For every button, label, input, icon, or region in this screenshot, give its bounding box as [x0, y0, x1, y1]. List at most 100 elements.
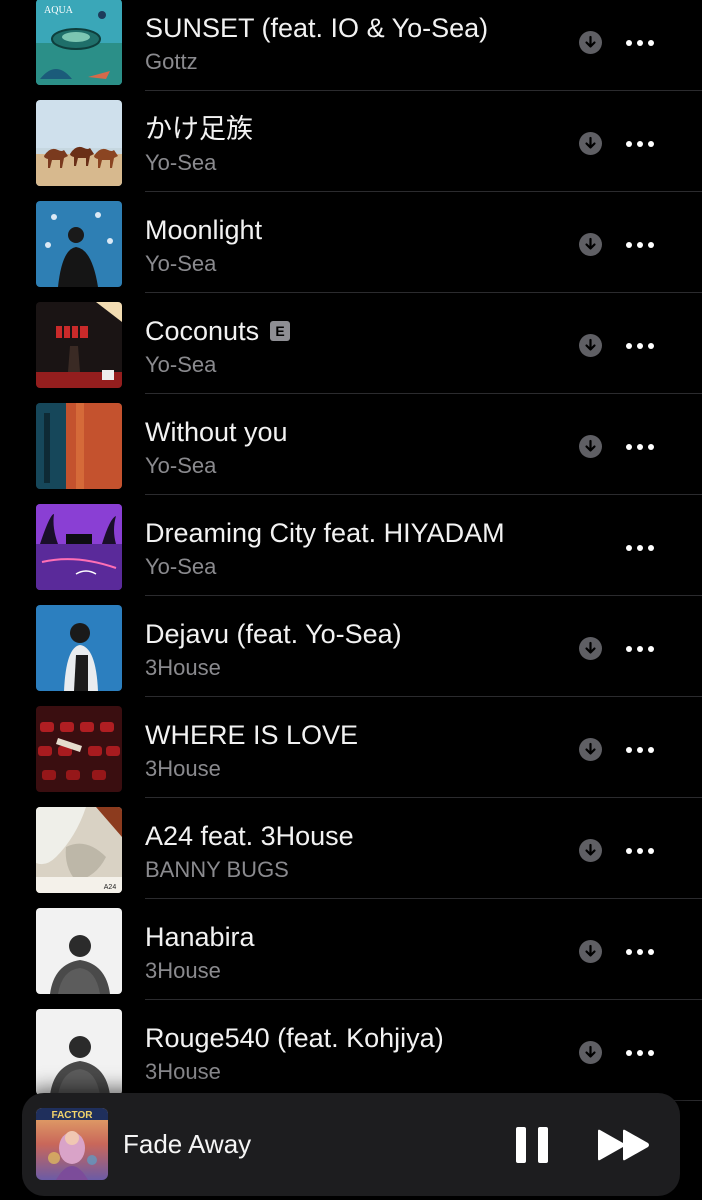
ellipsis-icon	[626, 343, 654, 349]
download-button[interactable]	[579, 233, 602, 256]
track-row[interactable]: Rouge540 (feat. Kohjiya) 3House	[0, 1000, 702, 1101]
mini-player-artwork-image: FACTOR	[36, 1108, 108, 1180]
more-options-button[interactable]	[625, 642, 655, 654]
track-title-line: Rouge540 (feat. Kohjiya)	[145, 1022, 444, 1054]
track-title: A24 feat. 3House	[145, 821, 354, 851]
track-row[interactable]: WHERE IS LOVE 3House	[0, 697, 702, 798]
ellipsis-icon	[626, 444, 654, 450]
download-button[interactable]	[579, 1041, 602, 1064]
forward-button[interactable]	[596, 1129, 652, 1161]
track-list: AQUA SUNSET (feat. IO & Yo-Sea) Gottz かけ足族 Y…	[0, 0, 702, 1101]
track-row[interactable]: Dreaming City feat. HIYADAM Yo-Sea	[0, 495, 702, 596]
track-row[interactable]: AQUA SUNSET (feat. IO & Yo-Sea) Gottz	[0, 0, 702, 91]
artwork-image	[36, 201, 122, 287]
more-options-button[interactable]	[625, 541, 655, 553]
more-options-button[interactable]	[625, 339, 655, 351]
more-options-button[interactable]	[625, 137, 655, 149]
track-title: Coconuts	[145, 316, 260, 346]
more-options-button[interactable]	[625, 743, 655, 755]
download-button[interactable]	[579, 738, 602, 761]
ellipsis-icon	[626, 141, 654, 147]
track-artist: Yo-Sea	[145, 251, 217, 276]
track-artwork[interactable]	[36, 605, 122, 691]
download-button[interactable]	[579, 31, 602, 54]
artwork-image	[36, 908, 122, 994]
track-title: Without you	[145, 417, 288, 447]
download-button[interactable]	[579, 839, 602, 862]
track-artwork[interactable]: AQUA	[36, 0, 122, 85]
forward-icon	[598, 1129, 649, 1161]
track-artwork[interactable]	[36, 504, 122, 590]
ellipsis-icon	[626, 545, 654, 551]
artwork-image	[36, 605, 122, 691]
track-artist: 3House	[145, 756, 221, 781]
track-artwork[interactable]	[36, 706, 122, 792]
mini-player[interactable]: FACTOR Fade Away	[22, 1093, 680, 1196]
track-artwork[interactable]	[36, 201, 122, 287]
track-artist: 3House	[145, 1059, 221, 1084]
track-title-line: Moonlight	[145, 214, 262, 246]
track-artwork[interactable]	[36, 403, 122, 489]
ellipsis-icon	[626, 1050, 654, 1056]
pause-button[interactable]	[514, 1125, 550, 1165]
ellipsis-icon	[626, 848, 654, 854]
artwork-image	[36, 403, 122, 489]
download-button[interactable]	[579, 637, 602, 660]
more-options-button[interactable]	[625, 440, 655, 452]
more-options-button[interactable]	[625, 945, 655, 957]
track-title-line: WHERE IS LOVE	[145, 719, 358, 751]
track-row[interactable]: A24 A24 feat. 3House BANNY BUGS	[0, 798, 702, 899]
artwork-image	[36, 706, 122, 792]
artwork-text: AQUA	[44, 5, 74, 16]
track-artwork[interactable]	[36, 1009, 122, 1095]
arrow-down-circle-icon	[579, 132, 602, 155]
track-title: Rouge540 (feat. Kohjiya)	[145, 1023, 444, 1053]
track-artwork[interactable]	[36, 908, 122, 994]
more-options-button[interactable]	[625, 238, 655, 250]
track-artwork[interactable]: A24	[36, 807, 122, 893]
track-artist: 3House	[145, 958, 221, 983]
arrow-down-circle-icon	[579, 233, 602, 256]
track-row[interactable]: Hanabira 3House	[0, 899, 702, 1000]
track-row[interactable]: Coconuts E Yo-Sea	[0, 293, 702, 394]
artwork-image	[36, 100, 122, 186]
artwork-image: AQUA	[36, 0, 122, 85]
artwork-image	[36, 1009, 122, 1095]
download-button[interactable]	[579, 132, 602, 155]
artwork-image: A24	[36, 807, 122, 893]
track-title: SUNSET (feat. IO & Yo-Sea)	[145, 13, 489, 43]
mini-player-art-text: FACTOR	[52, 1110, 94, 1121]
artwork-image	[36, 504, 122, 590]
track-title: かけ足族	[145, 114, 253, 144]
ellipsis-icon	[626, 949, 654, 955]
download-button[interactable]	[579, 334, 602, 357]
track-artist: Yo-Sea	[145, 453, 217, 478]
ellipsis-icon	[626, 40, 654, 46]
track-title: Moonlight	[145, 215, 263, 245]
arrow-down-circle-icon	[579, 334, 602, 357]
more-options-button[interactable]	[625, 1046, 655, 1058]
download-button[interactable]	[579, 940, 602, 963]
track-title-line: SUNSET (feat. IO & Yo-Sea)	[145, 12, 488, 44]
track-artist: Yo-Sea	[145, 150, 217, 175]
arrow-down-circle-icon	[579, 738, 602, 761]
more-options-button[interactable]	[625, 844, 655, 856]
artwork-image	[36, 302, 122, 388]
arrow-down-circle-icon	[579, 1041, 602, 1064]
track-title-line: Dejavu (feat. Yo-Sea)	[145, 618, 402, 650]
track-row[interactable]: Dejavu (feat. Yo-Sea) 3House	[0, 596, 702, 697]
track-row[interactable]: Moonlight Yo-Sea	[0, 192, 702, 293]
track-row[interactable]: かけ足族 Yo-Sea	[0, 91, 702, 192]
arrow-down-circle-icon	[579, 637, 602, 660]
explicit-badge: E	[270, 321, 291, 341]
ellipsis-icon	[626, 646, 654, 652]
track-row[interactable]: Without you Yo-Sea	[0, 394, 702, 495]
more-options-button[interactable]	[625, 36, 655, 48]
track-artist: Yo-Sea	[145, 554, 217, 579]
track-title-line: Dreaming City feat. HIYADAM	[145, 517, 505, 549]
track-artwork[interactable]	[36, 302, 122, 388]
arrow-down-circle-icon	[579, 435, 602, 458]
track-artwork[interactable]	[36, 100, 122, 186]
download-button[interactable]	[579, 435, 602, 458]
mini-player-artwork[interactable]: FACTOR	[36, 1108, 108, 1180]
